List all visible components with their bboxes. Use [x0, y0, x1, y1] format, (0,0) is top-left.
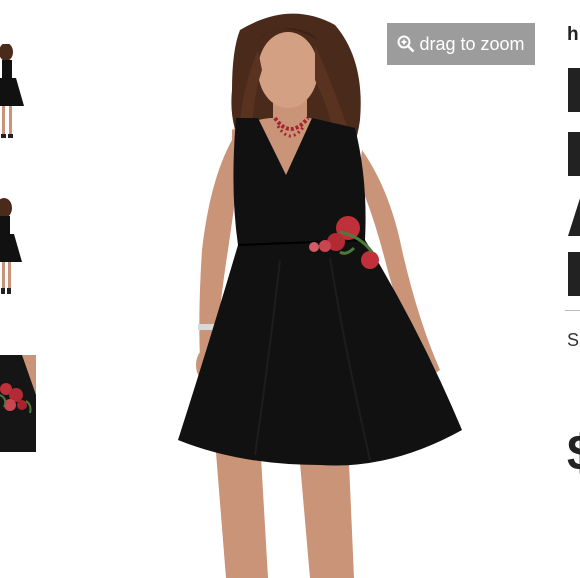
thumbnail-2-image [0, 198, 22, 294]
thumbnail-3[interactable] [0, 355, 36, 452]
thumbnail-1-image [0, 44, 24, 138]
thumbnail-3-image [0, 355, 36, 452]
thumbnail-2[interactable] [0, 198, 36, 298]
main-product-image[interactable] [140, 0, 560, 578]
model-illustration [178, 13, 462, 578]
info-divider [565, 310, 580, 311]
thumbnail-strip [0, 0, 36, 578]
thumbnail-1[interactable] [0, 44, 36, 144]
breadcrumb-fragment[interactable]: h [567, 24, 579, 46]
product-title-fragment-4 [568, 252, 580, 296]
product-title-fragment-3 [568, 192, 580, 236]
product-title-fragment-2 [568, 132, 580, 176]
drag-to-zoom-button[interactable]: drag to zoom [387, 23, 535, 65]
drag-to-zoom-label: drag to zoom [419, 33, 525, 54]
product-detail-fragment: S [567, 330, 580, 350]
price-fragment: $ [567, 424, 580, 482]
zoom-in-icon [397, 35, 415, 53]
product-title-fragment-1 [568, 68, 580, 112]
product-info-panel: h S $ [565, 0, 580, 578]
